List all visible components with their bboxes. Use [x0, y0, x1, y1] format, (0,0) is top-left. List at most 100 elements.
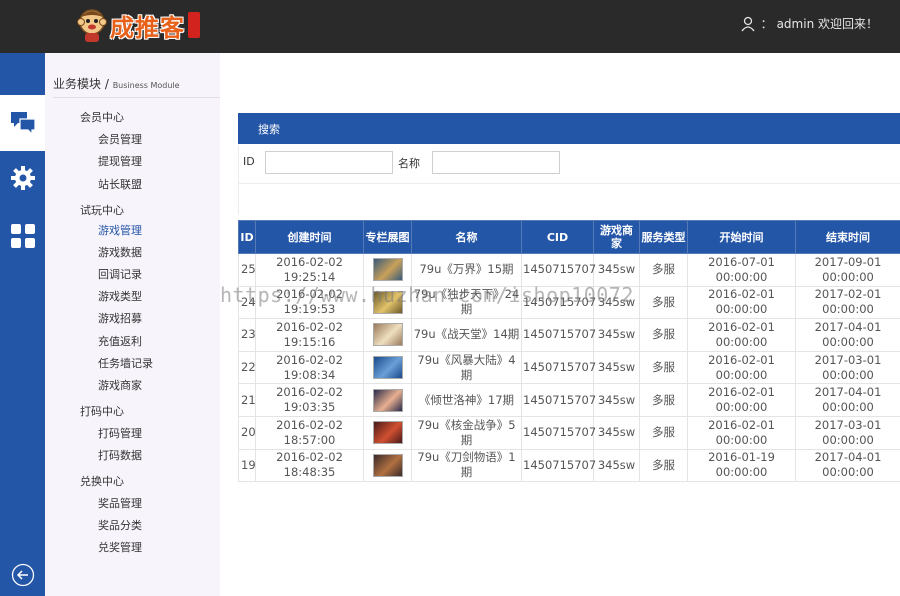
cell-id: 23 — [238, 318, 256, 352]
module-apps-button[interactable] — [0, 219, 45, 253]
logo[interactable]: 成推客 — [76, 4, 200, 46]
cell-service: 多服 — [639, 415, 688, 450]
collapse-sidebar-button[interactable] — [0, 561, 45, 589]
cell-service: 多服 — [639, 318, 688, 352]
cell-service: 多服 — [639, 383, 688, 417]
game-thumbnail[interactable] — [372, 388, 403, 412]
column-header-start[interactable]: 开始时间 — [687, 220, 796, 254]
top-bar: 成推客 ： admin 欢迎回来！ — [0, 0, 900, 53]
table-row[interactable]: 24 2016-02-02 19:19:53 79u《独步天下》24期 1450715… — [238, 285, 900, 320]
sidebar-item-prize-category[interactable]: 奖品分类 — [98, 517, 142, 533]
sidebar-item-taskwall-log[interactable]: 任务墙记录 — [98, 355, 153, 371]
module-settings-button[interactable] — [0, 161, 45, 195]
id-field[interactable] — [265, 151, 393, 174]
divider — [53, 97, 220, 98]
game-thumbnail[interactable] — [372, 290, 403, 314]
cell-name: 《倾世洛神》17期 — [411, 383, 522, 417]
game-thumbnail[interactable] — [372, 453, 403, 477]
cell-end: 2017-03-01 00:00:00 — [795, 350, 900, 385]
column-header-created[interactable]: 创建时间 — [255, 220, 364, 254]
sidebar-item-webmaster-alliance[interactable]: 站长联盟 — [98, 176, 142, 192]
module-icon-bar — [0, 53, 45, 596]
cell-cid: 1450715707 — [521, 448, 596, 483]
cell-end: 2017-04-01 00:00:00 — [795, 448, 900, 483]
sidebar-item-game-merchant[interactable]: 游戏商家 — [98, 377, 142, 393]
cell-image — [363, 285, 412, 320]
sidebar-item-captcha-manage[interactable]: 打码管理 — [98, 425, 142, 441]
column-header-end[interactable]: 结束时间 — [795, 220, 900, 254]
cell-cid: 1450715707 — [521, 253, 596, 287]
cell-created: 2016-02-02 19:08:34 — [255, 350, 364, 385]
cell-cid: 1450715707 — [521, 383, 596, 417]
sidebar-item-game-manage[interactable]: 游戏管理 — [98, 222, 142, 238]
sidebar-item-redeem-manage[interactable]: 兑奖管理 — [98, 539, 142, 555]
sidebar-item-game-data[interactable]: 游戏数据 — [98, 244, 142, 260]
cell-name: 79u《战天堂》14期 — [411, 318, 522, 352]
sidebar-item-captcha-data[interactable]: 打码数据 — [98, 447, 142, 463]
module-business-button[interactable] — [0, 95, 45, 151]
table-row[interactable]: 23 2016-02-02 19:15:16 79u《战天堂》14期 14507157… — [238, 318, 900, 352]
column-header-cid[interactable]: CID — [521, 220, 594, 254]
cell-name: 79u《风暴大陆》4期 — [411, 350, 522, 385]
user-greeting[interactable]: ： admin 欢迎回来！ — [741, 15, 878, 32]
cell-start: 2016-07-01 00:00:00 — [687, 253, 796, 287]
cell-created: 2016-02-02 19:15:16 — [255, 318, 364, 352]
back-arrow-icon — [11, 563, 34, 587]
sidebar-group-trial[interactable]: 试玩中心 — [80, 202, 124, 218]
column-header-service[interactable]: 服务类型 — [639, 220, 688, 254]
cell-name: 79u《核金战争》5期 — [411, 415, 522, 450]
column-header-merchant[interactable]: 游戏商家 — [593, 220, 640, 254]
column-header-name[interactable]: 名称 — [411, 220, 522, 254]
sidebar-item-withdraw[interactable]: 提现管理 — [98, 153, 142, 169]
column-header-image[interactable]: 专栏展图 — [363, 220, 412, 254]
cell-merchant: 345sw — [593, 383, 640, 417]
cell-service: 多服 — [639, 285, 688, 320]
cell-name: 79u《刀剑物语》1期 — [411, 448, 522, 483]
cell-end: 2017-04-01 00:00:00 — [795, 318, 900, 352]
games-table: ID 创建时间 专栏展图 名称 CID 游戏商家 服务类型 开始时间 结束时间 … — [238, 220, 900, 483]
cell-image — [363, 253, 412, 287]
cell-image — [363, 448, 412, 483]
table-row[interactable]: 25 2016-02-02 19:25:14 79u《万界》15期 145071570… — [238, 253, 900, 287]
game-thumbnail[interactable] — [372, 356, 403, 380]
id-field-label: ID — [243, 155, 255, 168]
cell-merchant: 345sw — [593, 253, 640, 287]
table-row[interactable]: 22 2016-02-02 19:08:34 79u《风暴大陆》4期 14507157… — [238, 350, 900, 385]
grid-icon — [10, 224, 35, 248]
mascot-icon — [77, 9, 107, 42]
sidebar-item-game-type[interactable]: 游戏类型 — [98, 288, 142, 304]
cell-start: 2016-02-01 00:00:00 — [687, 318, 796, 352]
cell-merchant: 345sw — [593, 318, 640, 352]
sidebar-item-callback-log[interactable]: 回调记录 — [98, 266, 142, 282]
sidebar-item-prize-manage[interactable]: 奖品管理 — [98, 495, 142, 511]
cell-merchant: 345sw — [593, 448, 640, 483]
cell-name: 79u《独步天下》24期 — [411, 285, 522, 320]
sidebar-group-captcha[interactable]: 打码中心 — [80, 403, 124, 419]
logo-seal — [188, 12, 200, 38]
sidebar-item-game-recruit[interactable]: 游戏招募 — [98, 310, 142, 326]
cell-cid: 1450715707 — [521, 350, 596, 385]
user-icon — [741, 16, 755, 31]
chat-bubbles-icon — [10, 112, 36, 136]
sidebar-group-exchange[interactable]: 兑换中心 — [80, 473, 124, 489]
cell-end: 2017-09-01 00:00:00 — [795, 253, 900, 287]
search-panel-header: 搜索 — [238, 113, 900, 144]
column-header-id[interactable]: ID — [238, 220, 256, 254]
cell-merchant: 345sw — [593, 415, 640, 450]
cell-created: 2016-02-02 18:57:00 — [255, 415, 364, 450]
game-thumbnail[interactable] — [372, 258, 403, 282]
cell-start: 2016-02-01 00:00:00 — [687, 383, 796, 417]
name-field[interactable] — [432, 151, 560, 174]
sidebar-item-recharge-rebate[interactable]: 充值返利 — [98, 333, 142, 349]
divider — [238, 145, 239, 215]
name-field-label: 名称 — [398, 157, 420, 170]
cell-start: 2016-01-19 00:00:00 — [687, 448, 796, 483]
sidebar-group-member[interactable]: 会员中心 — [80, 109, 124, 125]
sidebar-item-member-manage[interactable]: 会员管理 — [98, 131, 142, 147]
table-row[interactable]: 19 2016-02-02 18:48:35 79u《刀剑物语》1期 14507157… — [238, 448, 900, 483]
cell-image — [363, 383, 412, 417]
game-thumbnail[interactable] — [372, 421, 403, 445]
table-row[interactable]: 21 2016-02-02 19:03:35 《倾世洛神》17期 1450715707… — [238, 383, 900, 417]
game-thumbnail[interactable] — [372, 323, 403, 347]
table-row[interactable]: 20 2016-02-02 18:57:00 79u《核金战争》5期 14507157… — [238, 415, 900, 450]
